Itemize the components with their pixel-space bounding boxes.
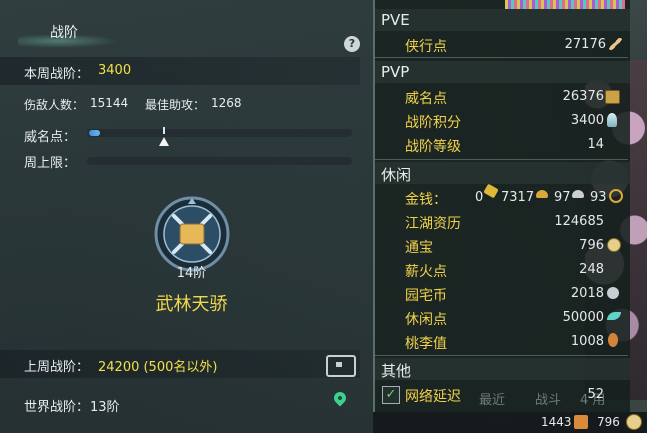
top-color-strip bbox=[505, 0, 625, 9]
panel-header: 战阶 ? bbox=[0, 12, 373, 52]
gold-value: 7317 bbox=[501, 190, 535, 205]
section-other: 其他 bbox=[375, 358, 630, 380]
prestige-label: 威名点： bbox=[24, 130, 77, 145]
assist-value: 1268 bbox=[211, 96, 242, 110]
bottom-currency-bar: 1443 796 bbox=[373, 412, 647, 433]
cap-label: 周上限： bbox=[24, 156, 77, 171]
section-leisure-label: 休闲 bbox=[381, 166, 412, 184]
pve-item-value: 27176 bbox=[564, 37, 606, 52]
section-leisure: 休闲 bbox=[375, 162, 630, 184]
leisure-item-value: 1008 bbox=[570, 334, 604, 349]
currency-panel: PVE 侠行点 27176 PVP 威名点 26376 战阶积分 3400 战阶… bbox=[373, 0, 630, 412]
leisure-item-value: 796 bbox=[579, 238, 604, 253]
leisure-item-label: 园宅币 bbox=[405, 288, 447, 304]
last-week-row: 上周战阶： 24200 (500名以外) bbox=[0, 350, 360, 378]
leisure-item-value: 50000 bbox=[562, 310, 604, 325]
other-item-value: 52 bbox=[587, 387, 604, 402]
world-rank-value: 13阶 bbox=[90, 400, 120, 415]
pve-item-label: 侠行点 bbox=[405, 39, 447, 55]
section-pvp: PVP bbox=[375, 61, 630, 83]
leisure-item-value: 124685 bbox=[554, 214, 604, 229]
pvp-item-value: 3400 bbox=[570, 113, 604, 128]
divider bbox=[375, 57, 628, 58]
war-rank-panel: 战阶 ? 本周战阶： 3400 伤敌人数： 15144 最佳助攻： 1268 威… bbox=[0, 0, 373, 433]
character-icon bbox=[574, 415, 588, 429]
silver-ingot-icon bbox=[572, 190, 584, 198]
leisure-item-value: 248 bbox=[579, 262, 604, 277]
coin-icon bbox=[626, 414, 642, 430]
section-pve-label: PVE bbox=[381, 11, 410, 29]
gourd-icon bbox=[608, 333, 618, 347]
money-label: 金钱： bbox=[405, 192, 447, 208]
gold-bar-value: 0 bbox=[475, 190, 484, 205]
weekly-rank-label: 本周战阶： bbox=[24, 67, 90, 82]
pvp-item-label: 战阶积分 bbox=[405, 115, 461, 131]
badge-icon bbox=[605, 90, 620, 104]
last-week-label: 上周战阶： bbox=[24, 360, 90, 375]
pvp-item-value: 26376 bbox=[562, 89, 604, 104]
pvp-item-label: 战阶等级 bbox=[405, 139, 461, 155]
leaf-icon bbox=[607, 312, 621, 320]
kills-value: 15144 bbox=[90, 96, 129, 110]
other-item-label: 网络延迟 bbox=[405, 389, 461, 405]
home-coin-icon bbox=[607, 287, 619, 299]
gold-ingot-icon bbox=[536, 190, 548, 198]
copper-coin-icon bbox=[609, 189, 623, 203]
pvp-item-label: 威名点 bbox=[405, 91, 447, 107]
footer-value-2: 796 bbox=[597, 415, 620, 429]
leisure-item-label: 薪火点 bbox=[405, 264, 447, 280]
behind-text: 最近 bbox=[479, 393, 506, 408]
gold-bar-icon bbox=[483, 183, 499, 199]
leisure-item-label: 桃李值 bbox=[405, 336, 447, 352]
panel-title: 战阶 bbox=[50, 25, 78, 41]
prestige-bar bbox=[87, 129, 352, 137]
brush-icon bbox=[609, 38, 622, 50]
assist-label: 最佳助攻： bbox=[145, 98, 206, 112]
prestige-bar-tick bbox=[163, 127, 165, 134]
reward-chest-icon[interactable] bbox=[326, 355, 356, 377]
leisure-item-label: 江湖资历 bbox=[405, 216, 461, 232]
crystal-icon bbox=[607, 113, 617, 127]
copper-value: 93 bbox=[590, 190, 607, 205]
section-pve: PVE bbox=[375, 9, 630, 31]
leisure-item-label: 休闲点 bbox=[405, 312, 447, 328]
rank-title: 武林天骄 bbox=[155, 294, 228, 315]
behind-text: 战斗 bbox=[535, 393, 562, 408]
prestige-bar-fill bbox=[89, 130, 100, 136]
cap-bar bbox=[87, 157, 352, 165]
help-icon[interactable]: ? bbox=[344, 36, 360, 52]
last-week-value: 24200 (500名以外) bbox=[98, 360, 218, 375]
prestige-marker-icon bbox=[159, 137, 169, 146]
location-pin-icon[interactable] bbox=[331, 389, 349, 407]
silver-value: 97 bbox=[554, 190, 571, 205]
section-other-label: 其他 bbox=[381, 362, 412, 380]
leisure-item-value: 2018 bbox=[570, 286, 604, 301]
section-pvp-label: PVP bbox=[381, 63, 410, 81]
latency-checkbox[interactable]: ✓ bbox=[382, 386, 400, 404]
divider bbox=[375, 159, 628, 160]
weekly-rank-row: 本周战阶： 3400 bbox=[0, 57, 360, 85]
divider bbox=[375, 355, 628, 356]
pvp-item-value: 14 bbox=[587, 137, 604, 152]
coin-icon bbox=[607, 238, 621, 252]
kills-label: 伤敌人数： bbox=[24, 98, 85, 112]
rank-number: 14阶 bbox=[176, 266, 207, 281]
leisure-item-label: 通宝 bbox=[405, 240, 433, 256]
world-rank-label: 世界战阶： bbox=[24, 400, 90, 415]
footer-value-1: 1443 bbox=[541, 415, 572, 429]
weekly-rank-value: 3400 bbox=[98, 63, 132, 78]
